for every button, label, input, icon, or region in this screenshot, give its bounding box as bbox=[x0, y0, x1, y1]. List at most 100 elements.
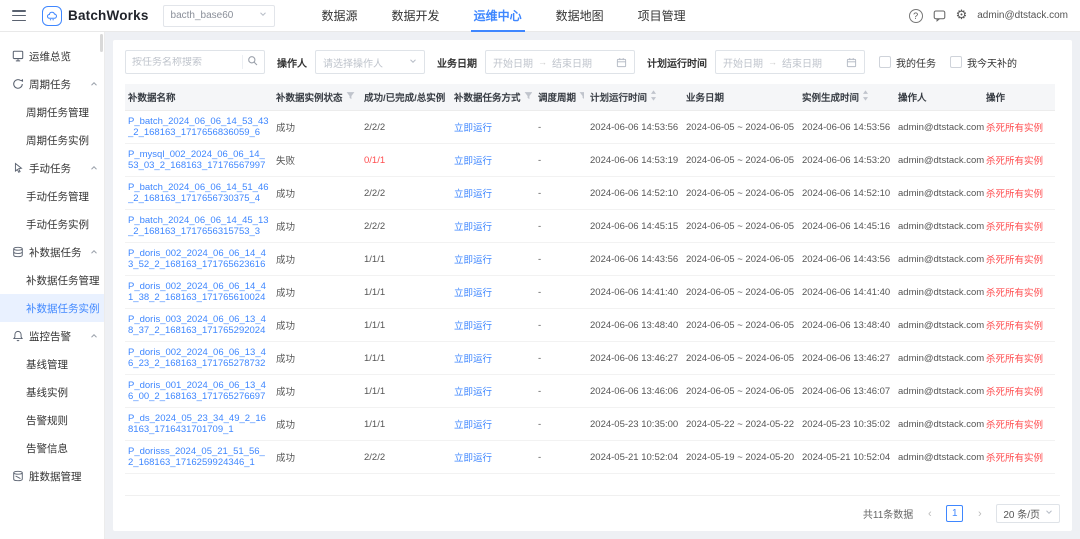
today-patched-checkbox[interactable]: 我今天补的 bbox=[950, 55, 1017, 70]
sidebar-item[interactable]: 手动任务管理 bbox=[0, 182, 104, 210]
sidebar-item[interactable]: 周期任务实例 bbox=[0, 126, 104, 154]
patch-task-name-link[interactable]: P_doris_002_2024_06_06_14_43_52_2_168163… bbox=[128, 248, 270, 270]
nav-item[interactable]: 项目管理 bbox=[621, 0, 703, 32]
nav-item[interactable]: 数据开发 bbox=[375, 0, 457, 32]
help-icon[interactable] bbox=[909, 9, 923, 23]
my-tasks-checkbox[interactable]: 我的任务 bbox=[879, 55, 936, 70]
sidebar-scrollbar[interactable] bbox=[100, 34, 103, 52]
sidebar-item[interactable]: 基线实例 bbox=[0, 378, 104, 406]
business-date-range-picker[interactable]: 开始日期 结束日期 bbox=[485, 50, 635, 74]
patch-task-name-link[interactable]: P_batch_2024_06_06_14_45_13_2_168163_171… bbox=[128, 215, 270, 237]
plan-time-range-picker[interactable]: 开始日期 结束日期 bbox=[715, 50, 865, 74]
operator: admin@dtstack.com bbox=[898, 155, 984, 166]
nav-item[interactable]: 数据源 bbox=[305, 0, 375, 32]
kill-all-instances-link[interactable]: 杀死所有实例 bbox=[986, 156, 1043, 167]
column-header-label: 计划运行时间 bbox=[590, 90, 647, 104]
page-size-select[interactable]: 20 条/页 bbox=[996, 504, 1060, 523]
column-header[interactable]: 实例生成时间 bbox=[799, 84, 895, 111]
column-header[interactable]: 补数据任务方式 bbox=[451, 84, 535, 111]
sidebar-item[interactable]: 运维总览 bbox=[0, 42, 104, 70]
kill-all-instances-link[interactable]: 杀死所有实例 bbox=[986, 321, 1043, 332]
patch-task-name-link[interactable]: P_dorisss_2024_05_21_51_56_2_168163_1716… bbox=[128, 446, 270, 468]
column-header[interactable]: 调度周期 bbox=[535, 84, 587, 111]
column-header[interactable]: 计划运行时间 bbox=[587, 84, 683, 111]
instance-count: 2/2/2 bbox=[364, 188, 385, 199]
kill-all-instances-link[interactable]: 杀死所有实例 bbox=[986, 255, 1043, 266]
sidebar-item-label: 补数据任务实例 bbox=[26, 301, 100, 316]
plan-run-time: 2024-06-06 13:46:27 bbox=[590, 353, 678, 364]
kill-all-instances-link[interactable]: 杀死所有实例 bbox=[986, 189, 1043, 200]
arrow-right-icon bbox=[768, 57, 777, 67]
sorter-icon[interactable] bbox=[862, 90, 869, 104]
patch-task-name-link[interactable]: P_doris_002_2024_06_06_13_46_23_2_168163… bbox=[128, 347, 270, 369]
sidebar-item[interactable]: 告警信息 bbox=[0, 434, 104, 462]
next-page-button[interactable] bbox=[971, 505, 988, 522]
kill-all-instances-link[interactable]: 杀死所有实例 bbox=[986, 288, 1043, 299]
operator: admin@dtstack.com bbox=[898, 221, 984, 232]
kill-all-instances-link[interactable]: 杀死所有实例 bbox=[986, 387, 1043, 398]
search-icon[interactable] bbox=[247, 55, 258, 69]
instance-count: 1/1/1 bbox=[364, 254, 385, 265]
sidebar-item[interactable]: 脏数据管理 bbox=[0, 462, 104, 490]
chevron-up-icon bbox=[90, 248, 98, 256]
filter-funnel-icon[interactable] bbox=[346, 91, 355, 103]
filter-funnel-icon[interactable] bbox=[579, 91, 584, 103]
patch-task-name-link[interactable]: P_batch_2024_06_06_14_51_46_2_168163_171… bbox=[128, 182, 270, 204]
sidebar-item[interactable]: 监控告警 bbox=[0, 322, 104, 350]
nav-menu: 数据源数据开发运维中心数据地图项目管理 bbox=[305, 0, 703, 32]
project-selector-value: bacth_base60 bbox=[171, 10, 255, 21]
schedule-period: - bbox=[538, 386, 541, 397]
plan-run-time: 2024-06-06 14:43:56 bbox=[590, 254, 678, 265]
sidebar-item[interactable]: 周期任务 bbox=[0, 70, 104, 98]
operator-select[interactable]: 请选择操作人 bbox=[315, 50, 425, 74]
sidebar-item[interactable]: 基线管理 bbox=[0, 350, 104, 378]
patch-task-name-link[interactable]: P_mysql_002_2024_06_06_14_53_03_2_168163… bbox=[128, 149, 270, 171]
table-row: P_doris_001_2024_06_06_13_46_00_2_168163… bbox=[125, 375, 1055, 408]
sorter-icon[interactable] bbox=[650, 90, 657, 104]
sidebar-item[interactable]: 补数据任务 bbox=[0, 238, 104, 266]
patch-task-name-link[interactable]: P_doris_002_2024_06_06_14_41_38_2_168163… bbox=[128, 281, 270, 303]
sidebar-item-label: 周期任务实例 bbox=[26, 133, 89, 148]
sidebar-item[interactable]: 周期任务管理 bbox=[0, 98, 104, 126]
sidebar-item[interactable]: 补数据任务管理 bbox=[0, 266, 104, 294]
operator: admin@dtstack.com bbox=[898, 287, 984, 298]
prev-page-button[interactable] bbox=[921, 505, 938, 522]
project-selector[interactable]: bacth_base60 bbox=[163, 5, 275, 27]
filter-funnel-icon[interactable] bbox=[524, 91, 532, 103]
checkbox-box[interactable] bbox=[950, 56, 962, 68]
chevron-up-icon bbox=[90, 80, 98, 88]
column-header[interactable]: 补数据实例状态 bbox=[273, 84, 361, 111]
table-row: P_doris_002_2024_06_06_14_41_38_2_168163… bbox=[125, 276, 1055, 309]
hamburger-menu-icon[interactable] bbox=[12, 10, 26, 21]
plan-run-time: 2024-06-06 13:48:40 bbox=[590, 320, 678, 331]
patch-task-name-link[interactable]: P_batch_2024_06_06_14_53_43_2_168163_171… bbox=[128, 116, 270, 138]
kill-all-instances-link[interactable]: 杀死所有实例 bbox=[986, 222, 1043, 233]
sidebar-item[interactable]: 手动任务实例 bbox=[0, 210, 104, 238]
checkbox-box[interactable] bbox=[879, 56, 891, 68]
nav-item[interactable]: 运维中心 bbox=[457, 0, 539, 32]
patch-task-name-link[interactable]: P_doris_001_2024_06_06_13_46_00_2_168163… bbox=[128, 380, 270, 402]
sidebar-item[interactable]: 手动任务 bbox=[0, 154, 104, 182]
current-page-button[interactable]: 1 bbox=[946, 505, 963, 522]
task-search-input[interactable] bbox=[132, 57, 238, 68]
sidebar-item[interactable]: 告警规则 bbox=[0, 406, 104, 434]
kill-all-instances-link[interactable]: 杀死所有实例 bbox=[986, 123, 1043, 134]
sidebar-item[interactable]: 补数据任务实例 bbox=[0, 294, 104, 322]
divider bbox=[242, 55, 243, 69]
operator-filter-label: 操作人 bbox=[277, 55, 307, 70]
kill-all-instances-link[interactable]: 杀死所有实例 bbox=[986, 420, 1043, 431]
my-tasks-checkbox-label: 我的任务 bbox=[896, 55, 936, 70]
user-email[interactable]: admin@dtstack.com bbox=[977, 10, 1068, 21]
plan-run-time: 2024-06-06 14:45:15 bbox=[590, 221, 678, 232]
instance-count: 2/2/2 bbox=[364, 122, 385, 133]
kill-all-instances-link[interactable]: 杀死所有实例 bbox=[986, 453, 1043, 464]
instance-status: 成功 bbox=[276, 387, 295, 398]
gear-icon[interactable] bbox=[956, 9, 968, 22]
run-mode: 立即运行 bbox=[454, 387, 492, 398]
kill-all-instances-link[interactable]: 杀死所有实例 bbox=[986, 354, 1043, 365]
nav-item[interactable]: 数据地图 bbox=[539, 0, 621, 32]
message-icon[interactable] bbox=[933, 9, 946, 22]
patch-task-name-link[interactable]: P_ds_2024_05_23_34_49_2_168163_171643170… bbox=[128, 413, 270, 435]
patch-task-name-link[interactable]: P_doris_003_2024_06_06_13_48_37_2_168163… bbox=[128, 314, 270, 336]
sidebar-item-label: 手动任务管理 bbox=[26, 189, 89, 204]
